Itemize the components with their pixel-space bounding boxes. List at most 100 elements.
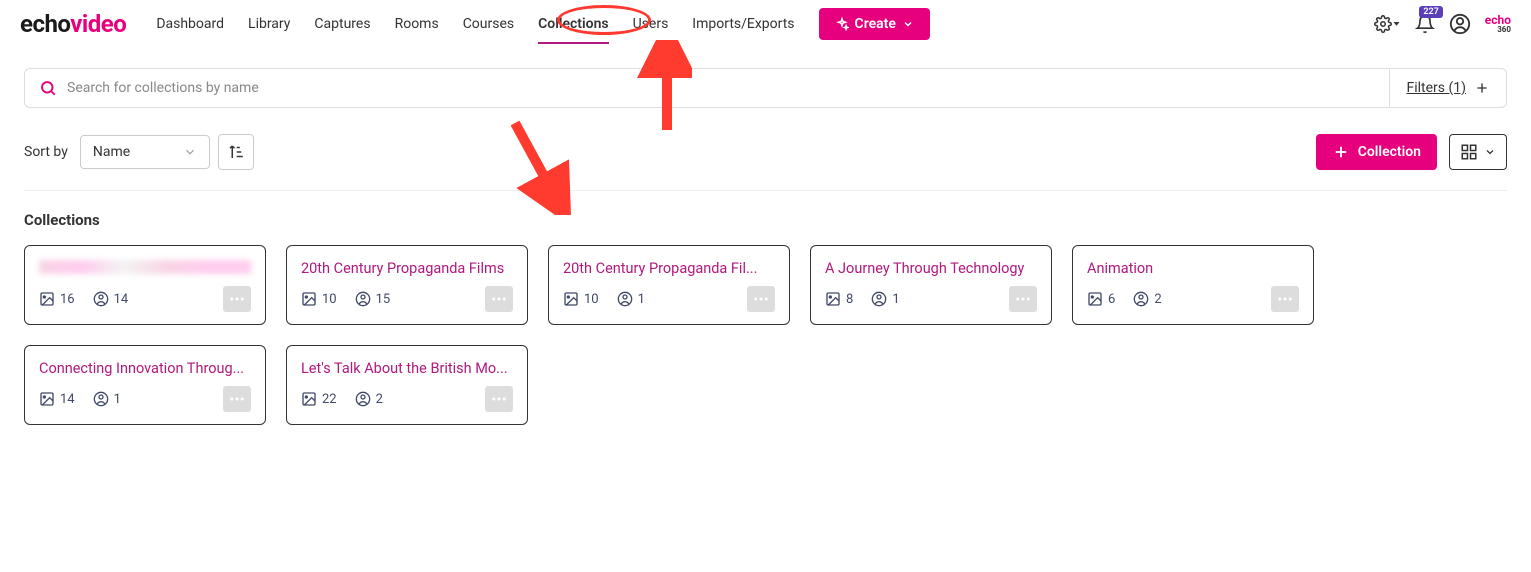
users-icon bbox=[355, 291, 371, 307]
users-icon bbox=[355, 391, 371, 407]
card-stats: 10 15 bbox=[301, 286, 513, 312]
logo[interactable]: echovideo bbox=[20, 10, 126, 38]
card-title: 20th Century Propaganda Films bbox=[301, 260, 513, 277]
card-more-button[interactable] bbox=[223, 286, 251, 312]
sub-logo[interactable]: echo 360 bbox=[1485, 14, 1511, 34]
search-input[interactable] bbox=[67, 80, 1375, 96]
card-title: 20th Century Propaganda Fil... bbox=[563, 260, 775, 277]
card-more-button[interactable] bbox=[747, 286, 775, 312]
nav-users[interactable]: Users bbox=[633, 4, 669, 44]
user-count: 2 bbox=[355, 391, 383, 407]
card-title: Let's Talk About the British Mo... bbox=[301, 360, 513, 377]
notification-badge: 227 bbox=[1419, 6, 1442, 18]
gear-icon bbox=[1374, 15, 1392, 33]
user-count: 14 bbox=[93, 291, 129, 307]
settings-button[interactable] bbox=[1374, 15, 1401, 33]
add-collection-label: Collection bbox=[1358, 144, 1421, 160]
grid-icon bbox=[1460, 143, 1478, 161]
card-stats: 6 2 bbox=[1087, 286, 1299, 312]
media-count: 10 bbox=[301, 291, 337, 307]
card-title: Connecting Innovation Throug... bbox=[39, 360, 251, 377]
main-nav: Dashboard Library Captures Rooms Courses… bbox=[156, 4, 794, 44]
collection-card[interactable]: 16 14 bbox=[24, 245, 266, 325]
media-count: 14 bbox=[39, 391, 75, 407]
section-title: Collections bbox=[24, 211, 1507, 229]
collection-card[interactable]: 20th Century Propaganda Fil... 10 1 bbox=[548, 245, 790, 325]
sort-asc-icon bbox=[227, 143, 245, 161]
logo-part1: echo bbox=[20, 10, 70, 38]
card-stats: 10 1 bbox=[563, 286, 775, 312]
more-icon bbox=[228, 390, 246, 408]
right-actions: Collection bbox=[1316, 134, 1507, 170]
card-stats: 22 2 bbox=[301, 386, 513, 412]
card-title: A Journey Through Technology bbox=[825, 260, 1037, 277]
user-circle-icon bbox=[1449, 13, 1471, 35]
media-icon bbox=[301, 391, 317, 407]
card-more-button[interactable] bbox=[485, 286, 513, 312]
card-title-obscured bbox=[39, 260, 251, 274]
nav-dashboard[interactable]: Dashboard bbox=[156, 4, 224, 44]
add-collection-button[interactable]: Collection bbox=[1316, 134, 1437, 170]
caret-down-icon bbox=[1392, 19, 1401, 28]
view-toggle-button[interactable] bbox=[1449, 134, 1507, 170]
user-count: 1 bbox=[871, 291, 899, 307]
nav-courses[interactable]: Courses bbox=[463, 4, 514, 44]
sort-row: Sort by Name Collection bbox=[24, 134, 1507, 191]
filters-label: Filters (1) bbox=[1406, 80, 1466, 96]
card-title: Animation bbox=[1087, 260, 1299, 277]
plus-icon bbox=[1332, 143, 1350, 161]
chevron-down-icon bbox=[902, 18, 914, 30]
card-more-button[interactable] bbox=[1009, 286, 1037, 312]
sort-direction-button[interactable] bbox=[218, 134, 254, 170]
search-icon bbox=[39, 79, 57, 97]
header-right: 227 echo 360 bbox=[1374, 13, 1511, 35]
nav-library[interactable]: Library bbox=[248, 4, 290, 44]
media-count: 6 bbox=[1087, 291, 1115, 307]
nav-captures[interactable]: Captures bbox=[314, 4, 370, 44]
user-count: 1 bbox=[93, 391, 121, 407]
chevron-down-icon bbox=[1484, 146, 1496, 158]
search-bar: Filters (1) bbox=[24, 68, 1507, 108]
collection-card[interactable]: Let's Talk About the British Mo... 22 2 bbox=[286, 345, 528, 425]
filters-button[interactable]: Filters (1) bbox=[1389, 69, 1506, 107]
media-count: 10 bbox=[563, 291, 599, 307]
card-stats: 14 1 bbox=[39, 386, 251, 412]
create-button[interactable]: Create bbox=[819, 8, 930, 40]
collection-card[interactable]: Connecting Innovation Throug... 14 1 bbox=[24, 345, 266, 425]
more-icon bbox=[1276, 290, 1294, 308]
more-icon bbox=[490, 290, 508, 308]
users-icon bbox=[871, 291, 887, 307]
account-button[interactable] bbox=[1449, 13, 1471, 35]
users-icon bbox=[93, 391, 109, 407]
user-count: 2 bbox=[1133, 291, 1161, 307]
header: echovideo Dashboard Library Captures Roo… bbox=[0, 0, 1531, 48]
notifications-button[interactable]: 227 bbox=[1415, 14, 1435, 34]
more-icon bbox=[228, 290, 246, 308]
card-more-button[interactable] bbox=[1271, 286, 1299, 312]
sort-value: Name bbox=[93, 144, 130, 160]
card-stats: 16 14 bbox=[39, 286, 251, 312]
media-icon bbox=[39, 391, 55, 407]
collection-card[interactable]: 20th Century Propaganda Films 10 15 bbox=[286, 245, 528, 325]
content: Collections 16 14 20th Century Propagand… bbox=[0, 191, 1531, 445]
toolbar: Filters (1) Sort by Name Collection bbox=[0, 48, 1531, 191]
users-icon bbox=[1133, 291, 1149, 307]
media-count: 16 bbox=[39, 291, 75, 307]
users-icon bbox=[617, 291, 633, 307]
media-count: 8 bbox=[825, 291, 853, 307]
nav-imports-exports[interactable]: Imports/Exports bbox=[692, 4, 794, 44]
nav-collections[interactable]: Collections bbox=[538, 4, 608, 44]
card-more-button[interactable] bbox=[485, 386, 513, 412]
nav-rooms[interactable]: Rooms bbox=[395, 4, 439, 44]
more-icon bbox=[752, 290, 770, 308]
create-button-label: Create bbox=[855, 16, 896, 32]
user-count: 15 bbox=[355, 291, 391, 307]
card-more-button[interactable] bbox=[223, 386, 251, 412]
media-icon bbox=[1087, 291, 1103, 307]
collection-card[interactable]: Animation 6 2 bbox=[1072, 245, 1314, 325]
media-count: 22 bbox=[301, 391, 337, 407]
collection-card[interactable]: A Journey Through Technology 8 1 bbox=[810, 245, 1052, 325]
media-icon bbox=[563, 291, 579, 307]
cards-grid: 16 14 20th Century Propaganda Films 10 1… bbox=[24, 245, 1507, 425]
sort-select[interactable]: Name bbox=[80, 135, 210, 169]
